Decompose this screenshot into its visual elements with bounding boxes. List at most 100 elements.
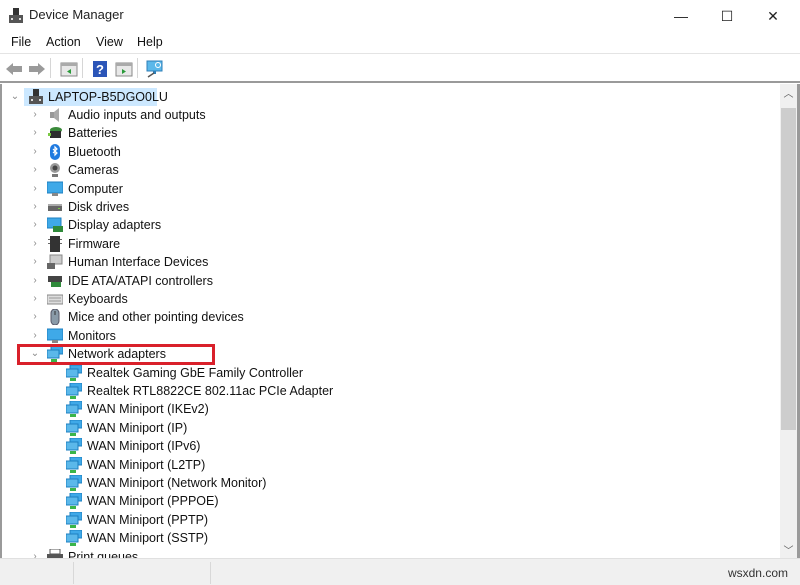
scrollbar-thumb[interactable] — [781, 108, 796, 430]
tree-category-label: Display adapters — [68, 218, 162, 232]
vertical-scrollbar[interactable]: ︿ ﹀ — [780, 84, 797, 558]
scan-hardware-changes-button[interactable] — [144, 58, 166, 80]
network-adapter-icon — [66, 365, 82, 381]
tree-root-label: LAPTOP-B5DGO0LU — [48, 90, 168, 104]
display-adapter-icon — [47, 217, 63, 232]
tree-device-item[interactable]: WAN Miniport (L2TP) — [2, 456, 762, 474]
tree-device-item[interactable]: WAN Miniport (SSTP) — [2, 529, 762, 547]
tree-category-human-interface-devices[interactable]: › Human Interface Devices — [2, 253, 762, 271]
tree-device-item[interactable]: WAN Miniport (IPv6) — [2, 437, 762, 455]
tree-device-label: WAN Miniport (IKEv2) — [87, 402, 209, 416]
menu-view[interactable]: View — [95, 35, 124, 49]
tree-device-label: WAN Miniport (IPv6) — [87, 439, 201, 453]
statusbar-separator — [73, 562, 74, 584]
chevron-right-icon[interactable]: › — [30, 293, 40, 305]
chevron-right-icon[interactable]: › — [30, 275, 40, 287]
chevron-right-icon[interactable]: › — [30, 201, 40, 213]
tree-category-monitors[interactable]: › Monitors — [2, 327, 762, 345]
tree-category-ide-ata-atapi-controllers[interactable]: › IDE ATA/ATAPI controllers — [2, 272, 762, 290]
status-bar: wsxdn.com — [0, 558, 800, 585]
tree-device-item[interactable]: WAN Miniport (Network Monitor) — [2, 474, 762, 492]
chevron-right-icon[interactable]: › — [30, 109, 40, 121]
menu-action[interactable]: Action — [45, 35, 82, 49]
tree-category-label: Mice and other pointing devices — [68, 310, 244, 324]
camera-icon — [50, 163, 60, 177]
chevron-right-icon[interactable]: › — [30, 183, 40, 195]
network-adapter-icon — [66, 420, 82, 436]
help-button[interactable]: ? — [89, 58, 111, 80]
svg-text:?: ? — [96, 62, 104, 77]
tree-device-item[interactable]: WAN Miniport (IP) — [2, 419, 762, 437]
tree-device-item[interactable]: WAN Miniport (PPPOE) — [2, 492, 762, 510]
network-adapter-icon — [66, 401, 82, 417]
properties-button[interactable] — [113, 58, 135, 80]
close-button[interactable]: ✕ — [750, 0, 796, 32]
chevron-right-icon[interactable]: › — [30, 127, 40, 139]
chevron-right-icon[interactable]: › — [30, 146, 40, 158]
tree-category-firmware[interactable]: › Firmware — [2, 235, 762, 253]
chevron-right-icon[interactable]: › — [30, 219, 40, 231]
tree-category-display-adapters[interactable]: › Display adapters — [2, 216, 762, 234]
tree-category-label: Print queues — [68, 550, 139, 558]
tree-category-label: Disk drives — [68, 200, 130, 214]
chevron-right-icon[interactable]: › — [30, 551, 40, 558]
chevron-right-icon[interactable]: › — [30, 256, 40, 268]
tree-category-audio-inputs-and-outputs[interactable]: › Audio inputs and outputs — [2, 106, 762, 124]
computer-icon — [47, 181, 63, 196]
network-adapter-icon — [66, 493, 82, 509]
battery-icon — [48, 127, 62, 138]
network-adapter-icon — [66, 512, 82, 528]
network-adapter-icon — [66, 383, 82, 399]
title-bar: Device Manager — ☐ ✕ — [0, 0, 800, 32]
network-adapter-icon — [66, 475, 82, 491]
tree-category-label: Keyboards — [68, 292, 128, 306]
tree-category-label: Batteries — [68, 126, 118, 140]
chevron-up-icon: ︿ — [783, 89, 794, 100]
tree-category-mice-and-other-pointing-devices[interactable]: › Mice and other pointing devices — [2, 308, 762, 326]
chevron-right-icon[interactable]: › — [30, 238, 40, 250]
chevron-right-icon[interactable]: › — [30, 164, 40, 176]
tree-category-bluetooth[interactable]: › Bluetooth — [2, 143, 762, 161]
tree-category-label: Human Interface Devices — [68, 255, 209, 269]
tree-category-cameras[interactable]: › Cameras — [2, 161, 762, 179]
tree-device-label: WAN Miniport (PPPOE) — [87, 494, 219, 508]
show-hide-console-tree-button[interactable] — [58, 58, 80, 80]
bluetooth-icon — [50, 144, 60, 160]
maximize-button[interactable]: ☐ — [704, 0, 750, 32]
tree-device-item[interactable]: WAN Miniport (PPTP) — [2, 511, 762, 529]
chevron-right-icon[interactable]: › — [30, 330, 40, 342]
firmware-icon — [48, 236, 62, 252]
tree-device-item[interactable]: Realtek Gaming GbE Family Controller — [2, 364, 762, 382]
scroll-down-button[interactable]: ﹀ — [780, 541, 797, 558]
tree-category-keyboards[interactable]: › Keyboards — [2, 290, 762, 308]
tree-category-print-queues[interactable]: › Print queues — [2, 548, 762, 558]
menu-help[interactable]: Help — [136, 35, 164, 49]
menu-bar: File Action View Help — [0, 32, 800, 54]
chevron-down-icon[interactable]: ⌄ — [10, 91, 20, 103]
ide-controller-icon — [48, 276, 62, 287]
scroll-up-button[interactable]: ︿ — [780, 84, 797, 101]
tree-category-label: Computer — [68, 182, 123, 196]
tree-category-disk-drives[interactable]: › Disk drives — [2, 198, 762, 216]
tree-category-batteries[interactable]: › Batteries — [2, 124, 762, 142]
status-text: wsxdn.com — [727, 566, 788, 580]
tree-category-label: IDE ATA/ATAPI controllers — [68, 274, 213, 288]
tree-device-item[interactable]: WAN Miniport (IKEv2) — [2, 400, 762, 418]
tree-device-label: WAN Miniport (IP) — [87, 421, 188, 435]
highlight-box — [17, 344, 215, 365]
back-arrow-icon — [6, 63, 22, 75]
statusbar-separator — [210, 562, 211, 584]
computer-root-icon — [29, 89, 43, 104]
tree-root[interactable]: ⌄ LAPTOP-B5DGO0LU — [2, 88, 762, 106]
tree-category-label: Firmware — [68, 237, 121, 251]
tree-device-item[interactable]: Realtek RTL8822CE 802.11ac PCIe Adapter — [2, 382, 762, 400]
keyboard-icon — [47, 294, 63, 305]
chevron-right-icon[interactable]: › — [30, 311, 40, 323]
forward-button[interactable] — [26, 58, 48, 80]
menu-file[interactable]: File — [10, 35, 32, 49]
back-button[interactable] — [3, 58, 25, 80]
minimize-button[interactable]: — — [658, 0, 704, 32]
tree-category-computer[interactable]: › Computer — [2, 180, 762, 198]
tree-device-label: WAN Miniport (L2TP) — [87, 458, 206, 472]
tree-device-label: WAN Miniport (SSTP) — [87, 531, 209, 545]
